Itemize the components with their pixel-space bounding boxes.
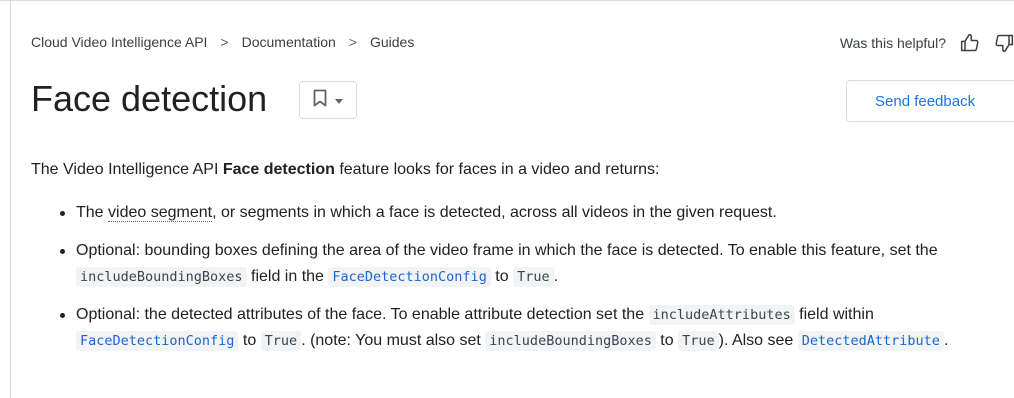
intro-text-after: feature looks for faces in a video and r… [334, 161, 660, 178]
bullet3-text-3: to [238, 332, 261, 349]
frame-top-border [0, 0, 1014, 1]
list-item-bounding-boxes: Optional: bounding boxes defining the ar… [31, 238, 1014, 290]
intro-text-before: The Video Intelligence API [31, 161, 223, 178]
bullet3-text-4: . (note: You must also set [301, 332, 486, 349]
bullet2-text-2: field in the [246, 268, 329, 285]
code-true: True [513, 267, 554, 287]
code-true: True [260, 331, 302, 351]
code-include-bounding-boxes: includeBoundingBoxes [485, 331, 656, 351]
helpful-label: Was this helpful? [839, 35, 946, 51]
breadcrumb-separator: > [348, 34, 357, 50]
face-detection-config-link[interactable]: FaceDetectionConfig [76, 331, 239, 351]
bullet3-text-1: Optional: the detected attributes of the… [76, 306, 649, 323]
page-title: Face detection [31, 78, 268, 119]
breadcrumb-separator: > [220, 34, 229, 50]
code-include-attributes: includeAttributes [648, 305, 795, 325]
intro-bold-term: Face detection [222, 161, 335, 178]
send-feedback-button[interactable]: Send feedback [846, 80, 1014, 122]
list-item-attributes: Optional: the detected attributes of the… [31, 302, 1014, 354]
bookmark-icon [313, 89, 327, 112]
bullet3-text-2: field within [794, 306, 874, 323]
bullet3-text-6: ). Also see [718, 332, 798, 349]
code-true: True [678, 331, 719, 351]
frame-left-border [10, 0, 11, 398]
thumb-down-icon[interactable] [994, 33, 1014, 53]
video-segment-term[interactable]: video segment [108, 204, 213, 222]
list-item-video-segment: The video segment, or segments in which … [31, 200, 1014, 226]
breadcrumb-item-cloud-video-intelligence-api[interactable]: Cloud Video Intelligence API [31, 34, 207, 50]
feature-list: The video segment, or segments in which … [31, 200, 1014, 354]
detected-attribute-link[interactable]: DetectedAttribute [797, 331, 944, 351]
code-include-bounding-boxes: includeBoundingBoxes [76, 267, 247, 287]
bullet3-text-7: . [943, 332, 949, 349]
bookmark-button[interactable] [299, 81, 357, 119]
bullet2-text-1: Optional: bounding boxes defining the ar… [76, 242, 938, 259]
bullet2-text-4: . [553, 268, 559, 285]
helpful-widget: Was this helpful? [840, 33, 1014, 53]
breadcrumb-item-guides[interactable]: Guides [370, 34, 414, 50]
thumb-up-icon[interactable] [960, 33, 980, 53]
breadcrumb: Cloud Video Intelligence API > Documenta… [31, 34, 414, 50]
intro-paragraph: The Video Intelligence API Face detectio… [31, 161, 660, 179]
bullet1-post: , or segments in which a face is detecte… [212, 204, 777, 221]
breadcrumb-item-documentation[interactable]: Documentation [242, 34, 336, 50]
bullet1-pre: The [76, 204, 109, 221]
bullet3-text-5: to [655, 332, 679, 349]
bullet2-text-3: to [490, 268, 514, 285]
face-detection-config-link[interactable]: FaceDetectionConfig [328, 267, 491, 287]
chevron-down-icon [335, 91, 343, 109]
